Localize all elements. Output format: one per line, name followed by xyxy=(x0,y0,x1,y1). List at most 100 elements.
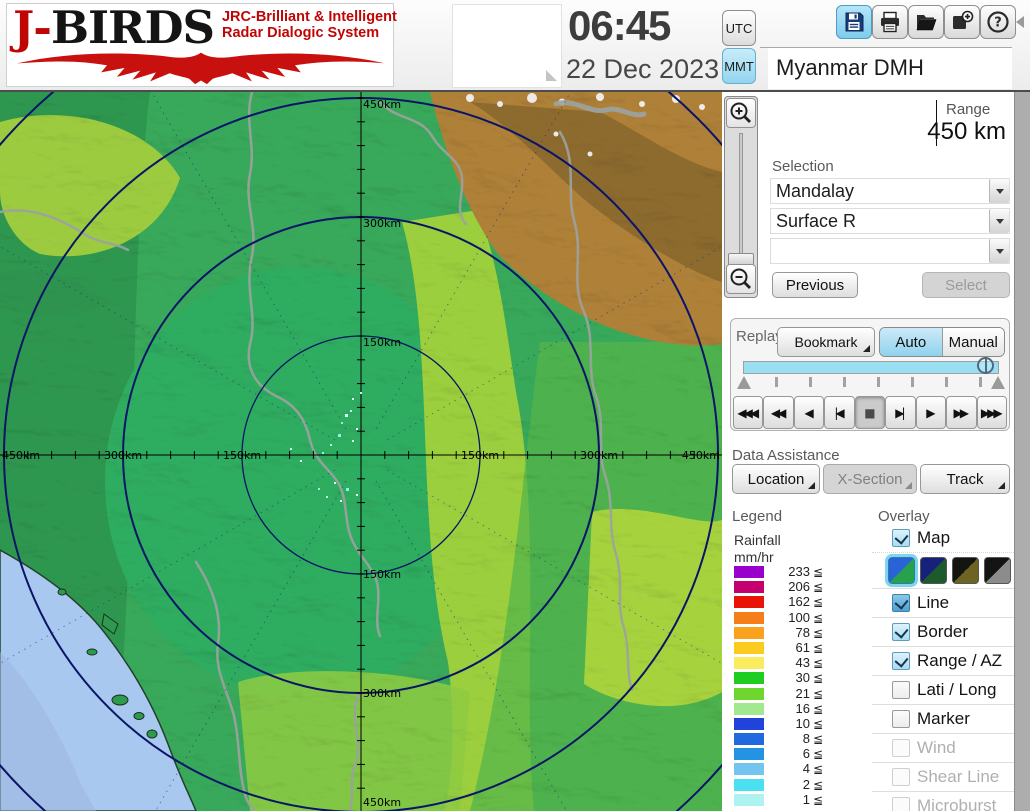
overlay-item-label: Microburst xyxy=(917,796,996,811)
unchecked-checkbox[interactable] xyxy=(892,710,910,728)
overlay-item-map[interactable]: Map xyxy=(872,524,1014,552)
slider-start-marker-icon[interactable] xyxy=(737,376,751,389)
map-style-color-swatch[interactable] xyxy=(888,557,915,584)
unchecked-checkbox[interactable] xyxy=(892,681,910,699)
rewind-fast-button[interactable]: ◀◀ xyxy=(763,396,793,429)
overlay-item-label: Map xyxy=(917,528,950,548)
add-image-button[interactable] xyxy=(944,5,980,39)
legend-row: 206≦ xyxy=(734,581,864,593)
skip-start-button[interactable]: |◀ xyxy=(824,396,854,429)
rewind-fastest-button[interactable]: ◀◀◀ xyxy=(733,396,763,429)
range-ring-label: 300km xyxy=(104,449,142,462)
slider-end-marker-icon[interactable] xyxy=(991,376,1005,389)
zoom-in-icon[interactable] xyxy=(726,98,756,128)
legend-row: 2≦ xyxy=(734,779,864,791)
legend-comparator: ≦ xyxy=(813,688,823,700)
overlay-item-label: Range / AZ xyxy=(917,651,1002,671)
forward-fast-button[interactable]: ▶▶ xyxy=(946,396,976,429)
zoom-slider-track[interactable] xyxy=(739,133,743,259)
legend-row: 10≦ xyxy=(734,718,864,730)
bookmark-button[interactable]: Bookmark xyxy=(777,327,875,357)
legend-row: 8≦ xyxy=(734,733,864,745)
dropdown-arrow-button[interactable] xyxy=(989,179,1009,203)
overlay-item-marker[interactable]: Marker xyxy=(872,704,1014,733)
legend-row: 21≦ xyxy=(734,688,864,700)
replay-slider-handle[interactable] xyxy=(977,357,994,374)
checked-checkbox[interactable] xyxy=(892,652,910,670)
toolbar: ? xyxy=(836,5,1016,39)
track-button[interactable]: Track xyxy=(920,464,1010,494)
selection-dropdown-3[interactable] xyxy=(770,238,1010,264)
legend-row: 61≦ xyxy=(734,642,864,654)
map-style-olive-swatch[interactable] xyxy=(952,557,979,584)
overlay-item-line[interactable]: Line xyxy=(872,588,1014,617)
legend-comparator: ≦ xyxy=(813,627,823,639)
checked-checkbox[interactable] xyxy=(892,529,910,547)
stop-button[interactable]: ■ xyxy=(855,396,885,429)
overlay-item-label: Shear Line xyxy=(917,767,999,787)
radar-echo xyxy=(352,440,354,442)
range-value: 450 km xyxy=(927,118,1006,146)
help-button[interactable]: ? xyxy=(980,5,1016,39)
range-ring-label: 450km xyxy=(682,449,720,462)
save-button[interactable] xyxy=(836,5,872,39)
resize-grip-icon[interactable] xyxy=(546,70,557,81)
location-button[interactable]: Location xyxy=(732,464,820,494)
radar-echo xyxy=(346,488,349,491)
auto-button[interactable]: Auto xyxy=(880,328,943,356)
select-button[interactable]: Select xyxy=(922,272,1010,298)
radar-map[interactable]: 150km150km150km150km300km300km300km300km… xyxy=(0,92,722,811)
x-section-button[interactable]: X-Section xyxy=(823,464,917,494)
map-style-dark-swatch[interactable] xyxy=(920,557,947,584)
print-button[interactable] xyxy=(872,5,908,39)
overlay-item-shear-line[interactable]: Shear Line xyxy=(872,762,1014,791)
play-forward-button[interactable]: ▶ xyxy=(916,396,946,429)
slider-tick xyxy=(775,377,778,387)
overlay-item-lati-long[interactable]: Lati / Long xyxy=(872,675,1014,704)
range-ring-label: 450km xyxy=(363,796,401,809)
slider-tick xyxy=(979,377,982,387)
overlay-item-wind[interactable]: Wind xyxy=(872,733,1014,762)
forward-fastest-button[interactable]: ▶▶▶ xyxy=(977,396,1007,429)
replay-label: Replay xyxy=(736,328,783,345)
overlay-item-microburst[interactable]: Microburst xyxy=(872,791,1014,811)
timezone-button-utc[interactable]: UTC xyxy=(722,10,756,46)
selection-dropdown-1[interactable]: Mandalay xyxy=(770,178,1010,204)
range-ring-label: 300km xyxy=(363,217,401,230)
selection-dropdown-2[interactable]: Surface R xyxy=(770,208,1010,234)
overlay-list: Map Line Border Range / AZ Lati / LongMarker… xyxy=(872,524,1014,811)
radar-echo xyxy=(300,460,302,462)
legend-swatch xyxy=(734,733,764,745)
checked-checkbox[interactable] xyxy=(892,594,910,612)
jbirds-logo: J-BIRDS JRC-Brilliant & Intelligent Rada… xyxy=(6,3,394,87)
unchecked-checkbox xyxy=(892,797,910,811)
overlay-item-range-az[interactable]: Range / AZ xyxy=(872,646,1014,675)
overlay-item-border[interactable]: Border xyxy=(872,617,1014,646)
timezone-button-mmt[interactable]: MMT xyxy=(722,48,756,84)
map-style-gray-swatch[interactable] xyxy=(984,557,1011,584)
button-label: X-Section xyxy=(837,471,902,488)
dropdown-arrow-button[interactable] xyxy=(989,209,1009,233)
previous-button[interactable]: Previous xyxy=(772,272,858,298)
skip-end-button[interactable]: ▶| xyxy=(885,396,915,429)
playback-controls: ◀◀◀◀◀◀|◀■▶|▶▶▶▶▶▶ xyxy=(733,396,1007,429)
dropdown-arrow-button[interactable] xyxy=(989,239,1009,263)
play-backward-button[interactable]: ◀ xyxy=(794,396,824,429)
panel-collapse-arrow-icon[interactable] xyxy=(1016,16,1024,28)
legend-value: 30 xyxy=(766,672,810,684)
radar-echo xyxy=(350,410,352,412)
overlay-item-label: Border xyxy=(917,622,968,642)
slider-tick xyxy=(945,377,948,387)
svg-text:?: ? xyxy=(994,16,1002,31)
legend-swatch xyxy=(734,779,764,791)
legend-value: 16 xyxy=(766,703,810,715)
replay-slider-track[interactable] xyxy=(743,361,999,374)
range-ring-label: 150km xyxy=(363,336,401,349)
legend-comparator: ≦ xyxy=(813,581,823,593)
zoom-out-icon[interactable] xyxy=(726,264,756,294)
manual-button[interactable]: Manual xyxy=(943,328,1005,356)
open-folder-button[interactable] xyxy=(908,5,944,39)
checked-checkbox[interactable] xyxy=(892,623,910,641)
radar-echo xyxy=(352,398,354,400)
range-ring-label: 450km xyxy=(363,98,401,111)
